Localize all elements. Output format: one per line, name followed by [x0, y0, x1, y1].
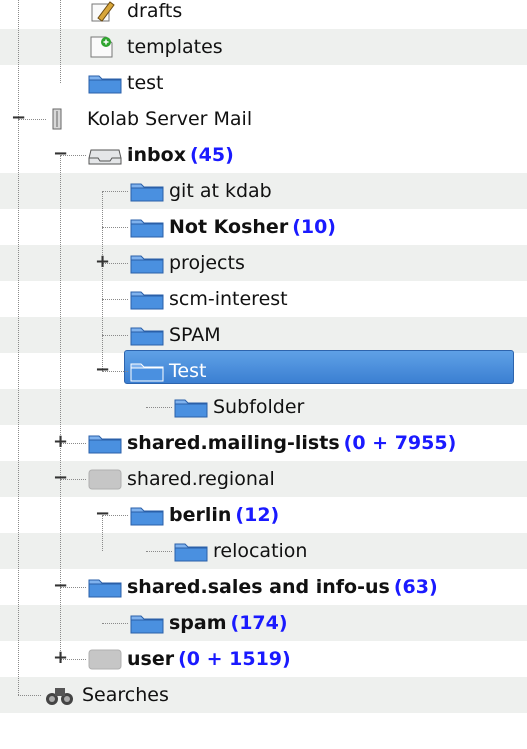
tree-guide-line: [60, 0, 61, 83]
folder-icon: [130, 216, 164, 238]
server-icon: [48, 108, 82, 130]
folder-icon: [130, 288, 164, 310]
gray-folder-icon: [88, 468, 122, 490]
folder-row[interactable]: templates: [88, 29, 223, 65]
drafts-icon: [88, 0, 122, 22]
folder-label: templates: [127, 36, 223, 58]
row-stripe: [0, 317, 527, 353]
inbox-icon: [88, 144, 122, 166]
folder-label: shared.sales and info-us: [127, 576, 390, 598]
folder-icon: [130, 324, 164, 346]
expand-icon[interactable]: +: [53, 649, 68, 667]
tree-guide-line: [102, 191, 128, 192]
folder-label: berlin: [169, 504, 232, 526]
folder-row[interactable]: berlin (12): [130, 497, 279, 533]
collapse-icon[interactable]: −: [53, 469, 68, 487]
folder-row[interactable]: spam (174): [130, 605, 288, 641]
row-stripe: [0, 245, 527, 281]
folder-row[interactable]: scm-interest: [130, 281, 288, 317]
collapse-icon[interactable]: −: [53, 577, 68, 595]
folder-label: user: [127, 648, 175, 670]
folder-label: SPAM: [169, 324, 221, 346]
folder-icon: [88, 72, 122, 94]
folder-row[interactable]: inbox (45): [88, 137, 234, 173]
tree-guide-line: [102, 191, 103, 371]
folder-label: drafts: [127, 0, 183, 22]
gray-folder-icon: [88, 648, 122, 670]
row-stripe: [0, 29, 527, 65]
folder-row[interactable]: test: [88, 65, 164, 101]
folder-label: spam: [169, 612, 227, 634]
folder-icon: [130, 360, 164, 382]
folder-tree: drafts templates test Kolab Server Mail − inb…: [0, 0, 527, 749]
unread-count: (10): [292, 216, 336, 238]
expand-icon[interactable]: +: [95, 253, 110, 271]
folder-row[interactable]: Kolab Server Mail: [48, 101, 252, 137]
folder-label: Subfolder: [213, 396, 305, 418]
folder-label: git at kdab: [169, 180, 272, 202]
unread-count: (45): [189, 144, 234, 166]
folder-label: Test: [169, 360, 207, 382]
folder-label: projects: [169, 252, 245, 274]
folder-row[interactable]: projects: [130, 245, 245, 281]
folder-label: Searches: [82, 684, 169, 706]
folder-label: inbox: [127, 144, 186, 166]
collapse-icon[interactable]: −: [11, 109, 26, 127]
collapse-icon[interactable]: −: [53, 145, 68, 163]
unread-count: (0 + 7955): [343, 432, 457, 454]
folder-row[interactable]: SPAM: [130, 317, 221, 353]
folder-row[interactable]: shared.mailing-lists (0 + 7955): [88, 425, 456, 461]
folder-row[interactable]: Test: [130, 353, 206, 389]
folder-label: Kolab Server Mail: [87, 108, 253, 130]
folder-icon: [174, 540, 208, 562]
folder-label: Not Kosher: [169, 216, 289, 238]
folder-icon: [130, 612, 164, 634]
expand-icon[interactable]: +: [53, 433, 68, 451]
folder-row[interactable]: user (0 + 1519): [88, 641, 291, 677]
collapse-icon[interactable]: −: [95, 361, 110, 379]
tree-guide-line: [102, 227, 128, 228]
folder-row[interactable]: Not Kosher (10): [130, 209, 336, 245]
folder-row[interactable]: Searches: [43, 677, 169, 713]
folder-row[interactable]: drafts: [88, 0, 182, 29]
unread-count: (174): [230, 612, 288, 634]
unread-count: (0 + 1519): [178, 648, 291, 670]
tree-guide-line: [18, 695, 41, 696]
folder-icon: [88, 576, 122, 598]
unread-count: (63): [393, 576, 438, 598]
folder-label: shared.mailing-lists: [127, 432, 340, 454]
folder-label: test: [127, 72, 164, 94]
tree-guide-line: [102, 299, 128, 300]
unread-count: (12): [235, 504, 280, 526]
folder-icon: [130, 504, 164, 526]
folder-row[interactable]: git at kdab: [130, 173, 272, 209]
binoculars-icon: [43, 684, 77, 706]
folder-label: scm-interest: [169, 288, 288, 310]
template-icon: [88, 36, 122, 58]
tree-guide-line: [146, 407, 172, 408]
folder-icon: [130, 180, 164, 202]
tree-guide-line: [146, 551, 172, 552]
folder-row[interactable]: shared.regional: [88, 461, 275, 497]
folder-icon: [174, 396, 208, 418]
tree-guide-line: [102, 335, 128, 336]
tree-guide-line: [18, 0, 19, 695]
folder-icon: [130, 252, 164, 274]
folder-row[interactable]: shared.sales and info-us (63): [88, 569, 438, 605]
tree-guide-line: [102, 623, 128, 624]
folder-row[interactable]: Subfolder: [174, 389, 304, 425]
collapse-icon[interactable]: −: [95, 505, 110, 523]
folder-label: relocation: [213, 540, 308, 562]
folder-row[interactable]: relocation: [174, 533, 307, 569]
folder-icon: [88, 432, 122, 454]
folder-label: shared.regional: [127, 468, 275, 490]
